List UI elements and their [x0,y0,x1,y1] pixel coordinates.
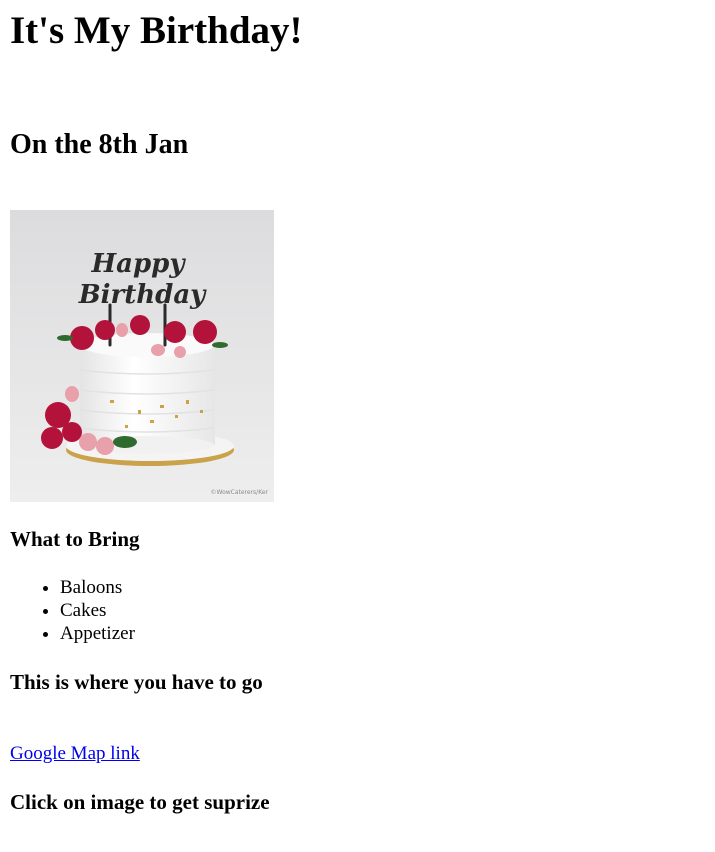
surprise-heading: Click on image to get suprize [10,790,270,814]
birthday-cake-image[interactable]: Happy Birthday ©WowCaterers/Ker [10,210,274,502]
image-watermark: ©WowCaterers/Ker [210,489,268,496]
bring-list: Baloons Cakes Appetizer [60,576,135,645]
topper-birthday-text: Birthday [78,280,207,310]
date-heading: On the 8th Jan [10,129,189,160]
list-item: Baloons [60,576,135,599]
list-item: Appetizer [60,622,135,645]
what-to-bring-heading: What to Bring [10,527,140,551]
location-heading: This is where you have to go [10,670,263,694]
page-title: It's My Birthday! [10,9,303,52]
list-item: Cakes [60,599,135,622]
google-map-link[interactable]: Google Map link [10,742,140,765]
birthday-page: It's My Birthday! On the 8th Jan Happy B… [0,0,715,852]
topper-happy-text: Happy [91,249,187,279]
